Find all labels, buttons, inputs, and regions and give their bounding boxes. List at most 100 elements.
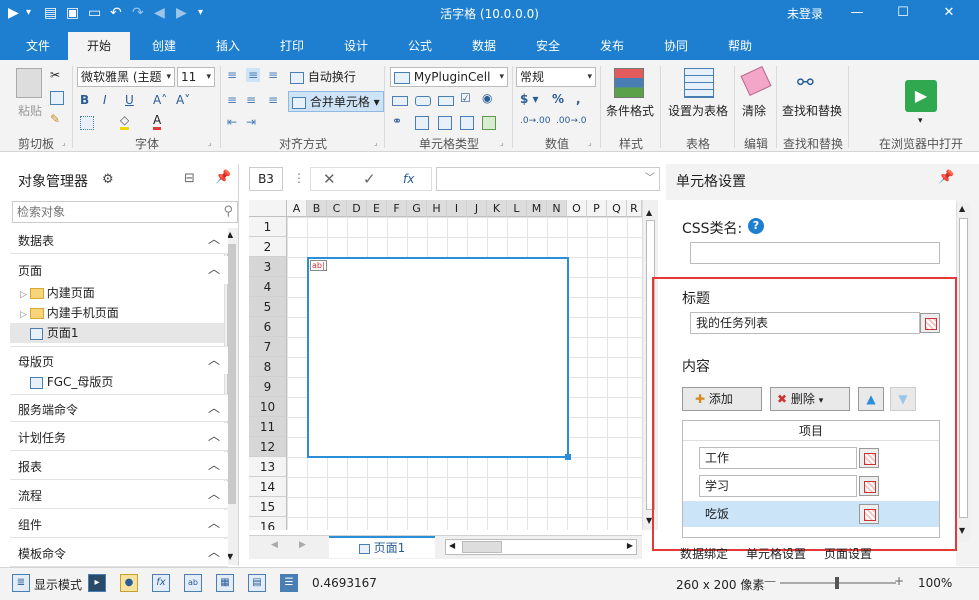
tree-node-master-page[interactable]: FGC_母版页 — [20, 372, 228, 392]
dialog-launcher-icon[interactable]: ⌟ — [374, 138, 378, 147]
celltype-combo[interactable]: MyPluginCell ▾ — [390, 67, 508, 87]
row-header[interactable]: 3 — [249, 257, 287, 277]
scroll-up-icon[interactable]: ▲ — [959, 204, 965, 213]
column-header[interactable]: Q — [607, 200, 627, 217]
scroll-right-icon[interactable]: ▶ — [627, 541, 633, 550]
display-mode-label[interactable]: 显示模式 — [34, 576, 82, 593]
fx-icon[interactable]: fx — [403, 168, 414, 190]
currency-icon[interactable]: $ ▾ — [520, 92, 539, 106]
row-header[interactable]: 1 — [249, 217, 287, 237]
column-header[interactable]: M — [527, 200, 547, 217]
zoom-in-icon[interactable]: + — [894, 574, 904, 588]
tab-formula[interactable]: 公式 — [400, 32, 440, 60]
tree-node-builtin-pages[interactable]: ▷ 内建页面 — [20, 283, 228, 303]
tab-page-settings[interactable]: 页面设置 — [824, 545, 872, 562]
section-master-pages[interactable]: 母版页 ︿ — [10, 346, 228, 374]
tab-publish[interactable]: 发布 — [592, 32, 632, 60]
row-header[interactable]: 13 — [249, 457, 287, 477]
column-header[interactable]: R — [627, 200, 642, 217]
border-icon[interactable] — [80, 115, 94, 130]
conditional-format-button[interactable]: 条件格式 — [606, 102, 654, 119]
zoom-slider-thumb[interactable] — [835, 577, 839, 589]
copy-icon[interactable] — [50, 90, 64, 105]
dialog-launcher-icon[interactable]: ⌟ — [62, 138, 66, 147]
formula-icon[interactable]: fx — [152, 574, 170, 592]
column-header[interactable]: I — [447, 200, 467, 217]
textbox-celltype-icon[interactable] — [415, 93, 431, 107]
formula-input[interactable]: ﹀ — [436, 167, 660, 191]
row-header[interactable]: 15 — [249, 497, 287, 517]
panel-scrollbar[interactable]: ▲ ▼ — [956, 202, 970, 542]
section-tables[interactable]: 数据表 ︿ — [10, 226, 228, 254]
scroll-down-icon[interactable]: ▼ — [959, 526, 965, 535]
pin-icon[interactable]: 📌 — [938, 170, 954, 185]
fill-color-icon[interactable]: ◇ — [120, 113, 130, 130]
increase-decimal-icon[interactable]: .0→.00 — [520, 116, 550, 126]
align-center-icon[interactable]: ≡ — [246, 93, 256, 107]
row-header[interactable]: 4 — [249, 277, 287, 297]
layout-icon[interactable]: ☰ — [280, 574, 298, 592]
tab-print[interactable]: 打印 — [272, 32, 312, 60]
minimize-button[interactable]: — — [842, 2, 872, 24]
row-header[interactable]: 7 — [249, 337, 287, 357]
help-icon[interactable]: ? — [748, 218, 764, 234]
column-header[interactable]: O — [567, 200, 587, 217]
section-components[interactable]: 组件 ︿ — [10, 510, 228, 538]
maximize-button[interactable]: ☐ — [888, 2, 918, 24]
scroll-up-icon[interactable]: ▲ — [646, 208, 652, 217]
sheet-tab-page1[interactable]: 页面1 — [329, 536, 435, 558]
section-template-commands[interactable]: 模板命令 ︿ — [10, 539, 228, 567]
display-mode-icon[interactable]: ≣ — [12, 574, 30, 592]
section-workflow[interactable]: 流程 ︿ — [10, 481, 228, 509]
next-sheet-icon[interactable]: ▶ — [299, 540, 306, 550]
wrap-text-button[interactable]: 自动换行 — [290, 68, 356, 85]
tab-collaborate[interactable]: 协同 — [656, 32, 696, 60]
row-header[interactable]: 10 — [249, 397, 287, 417]
row-header[interactable]: 11 — [249, 417, 287, 437]
button-celltype-icon[interactable] — [392, 93, 408, 107]
find-replace-button[interactable]: 查找和替换 — [782, 102, 842, 119]
search-icon[interactable]: ⚲ — [223, 204, 233, 219]
comma-icon[interactable]: , — [576, 92, 581, 106]
image-celltype-icon[interactable] — [415, 115, 429, 130]
row-header[interactable]: 5 — [249, 297, 287, 317]
cell-reference-box[interactable]: B3 — [249, 167, 283, 191]
table-icon[interactable]: ▤ — [248, 574, 266, 592]
column-header[interactable]: L — [507, 200, 527, 217]
dialog-launcher-icon[interactable]: ⌟ — [500, 138, 504, 147]
conditional-format-icon[interactable] — [614, 68, 644, 98]
font-color-icon[interactable]: A — [153, 113, 162, 130]
column-header[interactable]: P — [587, 200, 607, 217]
font-size-combo[interactable]: 11 ▾ — [177, 67, 215, 87]
horizontal-scrollbar[interactable]: ◀ ▶ — [445, 539, 637, 555]
column-header[interactable]: B — [307, 200, 327, 217]
row-header[interactable]: 12 — [249, 437, 287, 457]
tab-cell-settings[interactable]: 单元格设置 — [746, 545, 806, 562]
cancel-icon[interactable]: ✕ — [323, 168, 336, 190]
dialog-launcher-icon[interactable]: ⌟ — [208, 138, 212, 147]
column-header[interactable]: N — [547, 200, 567, 217]
binoculars-icon[interactable]: ⚯ — [797, 70, 814, 94]
combobox-celltype-icon[interactable] — [438, 93, 454, 107]
cut-icon[interactable]: ✂ — [50, 68, 60, 82]
user-icon[interactable]: ● — [120, 574, 138, 592]
scroll-thumb[interactable] — [959, 218, 968, 518]
column-header[interactable]: H — [427, 200, 447, 217]
login-status[interactable]: 未登录 — [787, 5, 823, 22]
tab-file[interactable]: 文件 — [18, 32, 58, 60]
zoom-out-icon[interactable]: — — [764, 574, 776, 588]
pin-icon[interactable]: 📌 — [215, 170, 231, 185]
tab-security[interactable]: 安全 — [528, 32, 568, 60]
column-header[interactable]: K — [487, 200, 507, 217]
italic-icon[interactable]: I — [103, 93, 107, 107]
checkbox-celltype-icon[interactable]: ☑ — [460, 91, 471, 105]
tab-help[interactable]: 帮助 — [720, 32, 760, 60]
increase-indent-icon[interactable]: ⇥ — [246, 115, 256, 129]
clear-button[interactable]: 清除 — [742, 102, 766, 119]
column-header[interactable]: D — [347, 200, 367, 217]
prev-sheet-icon[interactable]: ◀ — [271, 540, 278, 550]
radio-celltype-icon[interactable]: ◉ — [482, 91, 492, 105]
align-left-icon[interactable]: ≡ — [227, 93, 237, 107]
align-top-icon[interactable]: ≡ — [227, 68, 237, 82]
align-right-icon[interactable]: ≡ — [268, 93, 278, 107]
